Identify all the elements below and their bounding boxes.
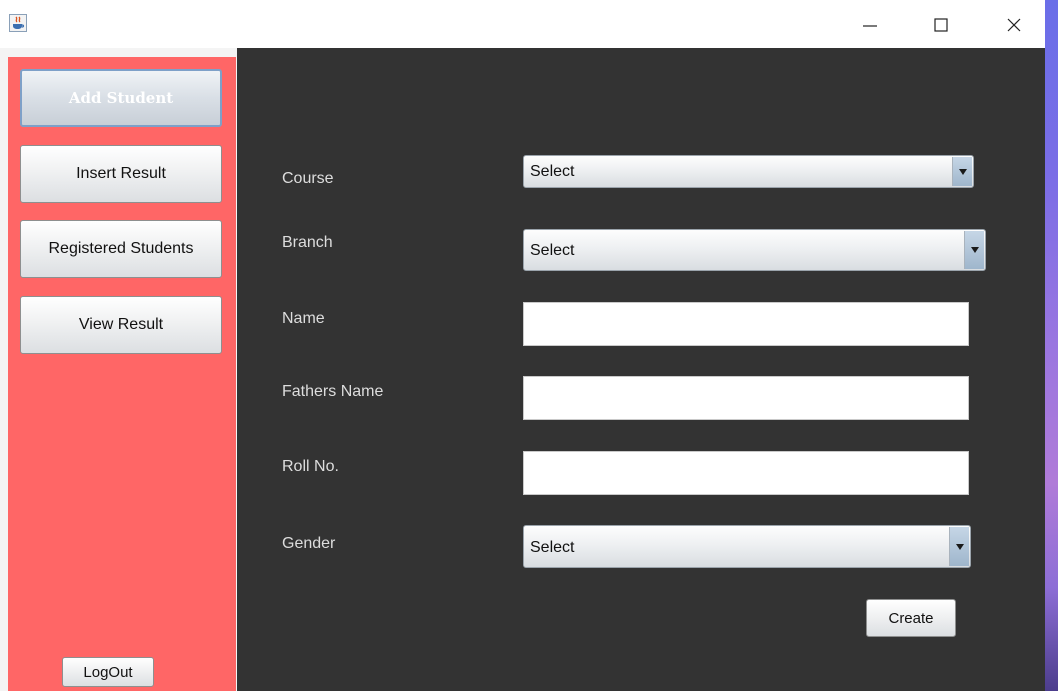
close-button[interactable] [993, 8, 1035, 42]
view-result-button[interactable]: View Result [20, 296, 222, 354]
minimize-icon [863, 25, 877, 27]
name-label: Name [282, 310, 325, 327]
maximize-icon [934, 18, 948, 32]
insert-result-button[interactable]: Insert Result [20, 145, 222, 203]
create-button[interactable]: Create [866, 599, 956, 637]
gender-select-value: Select [530, 539, 575, 556]
course-select[interactable]: Select [523, 155, 974, 188]
roll-no-label: Roll No. [282, 458, 339, 475]
sidebar: Add Student Insert Result Registered Stu… [0, 48, 237, 691]
minimize-button[interactable] [849, 8, 891, 42]
branch-select-value: Select [530, 242, 575, 259]
name-input[interactable] [524, 303, 968, 345]
fathers-name-label: Fathers Name [282, 383, 384, 400]
chevron-down-icon[interactable] [949, 527, 969, 566]
branch-label: Branch [282, 234, 333, 251]
close-icon [1007, 18, 1021, 32]
roll-no-field[interactable] [523, 451, 969, 495]
sidebar-panel: Add Student Insert Result Registered Stu… [8, 57, 236, 691]
chevron-down-icon[interactable] [952, 157, 972, 186]
fathers-name-input[interactable] [524, 377, 968, 419]
add-student-button[interactable]: Add Student [20, 69, 222, 127]
gender-label: Gender [282, 535, 336, 552]
main-panel: Course Select Branch Select Name Fathers… [237, 48, 1045, 691]
fathers-name-field[interactable] [523, 376, 969, 420]
registered-students-button[interactable]: Registered Students [20, 220, 222, 278]
gender-select[interactable]: Select [523, 525, 971, 568]
maximize-button[interactable] [920, 8, 962, 42]
desktop-background [1045, 0, 1058, 691]
title-bar [0, 0, 1045, 48]
branch-select[interactable]: Select [523, 229, 986, 271]
course-label: Course [282, 170, 334, 187]
logout-button[interactable]: LogOut [62, 657, 154, 687]
chevron-down-icon[interactable] [964, 231, 984, 269]
roll-no-input[interactable] [524, 452, 968, 494]
name-field[interactable] [523, 302, 969, 346]
java-cup-icon[interactable] [9, 14, 27, 32]
course-select-value: Select [530, 163, 575, 180]
